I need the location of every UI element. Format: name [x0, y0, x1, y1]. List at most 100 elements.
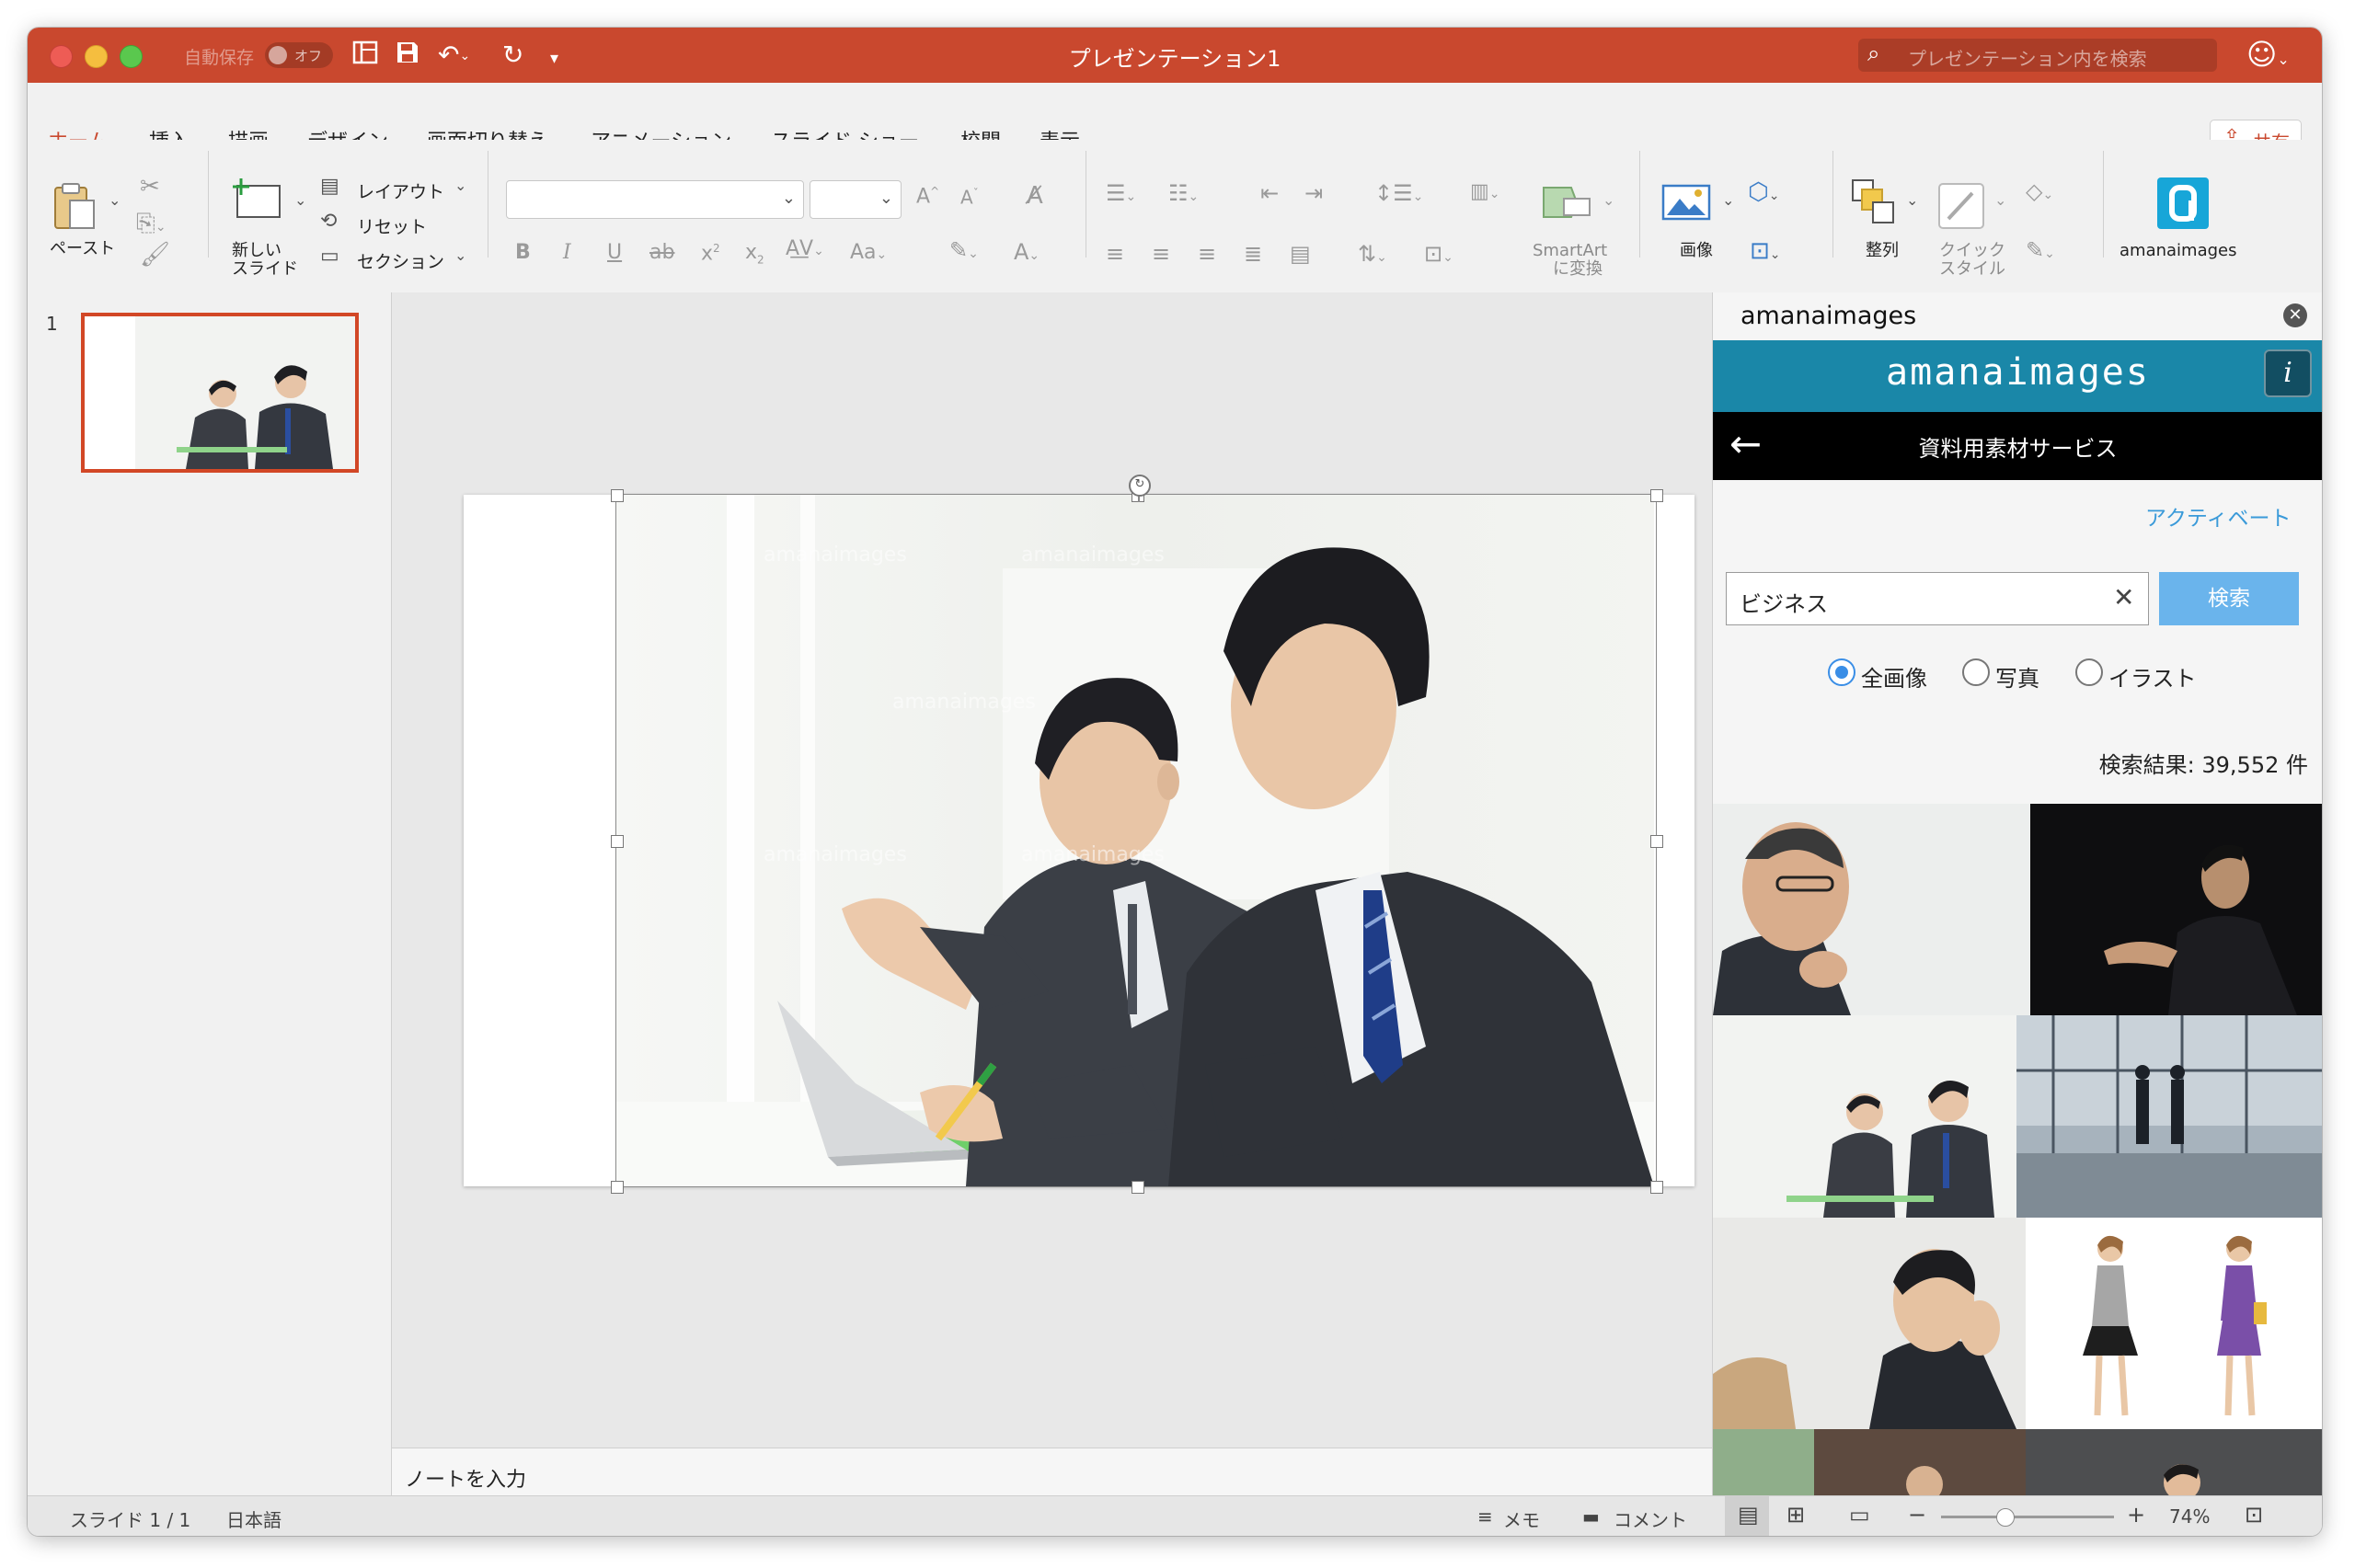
zoom-window-button[interactable] — [120, 45, 143, 68]
arrange-dropdown-icon[interactable]: ⌄ — [1906, 193, 1918, 208]
format-painter-icon[interactable]: 🖌︎ — [140, 243, 170, 267]
highlight-icon[interactable]: ✎⌄ — [949, 239, 979, 261]
numbering-icon[interactable]: ☷⌄ — [1168, 182, 1199, 204]
radio-label-all-images[interactable]: 全画像 — [1861, 660, 1927, 692]
result-thumbnail[interactable] — [2016, 1015, 2322, 1218]
minimize-window-button[interactable] — [85, 45, 108, 68]
reset-icon[interactable]: ⟲ — [320, 212, 337, 232]
search-button[interactable]: 検索 — [2159, 572, 2299, 625]
font-size-combo[interactable]: ⌄ — [810, 180, 902, 219]
resize-handle-bottom-right[interactable] — [1650, 1181, 1663, 1194]
radio-illustrations[interactable] — [2075, 658, 2103, 686]
section-dropdown-icon[interactable]: ⌄ — [454, 248, 466, 263]
result-thumbnail[interactable] — [2026, 1218, 2322, 1429]
quick-styles-dropdown-icon[interactable]: ⌄ — [1994, 193, 2006, 208]
smartart-icon[interactable] — [1540, 182, 1595, 225]
align-text-icon[interactable]: ⊡⌄ — [1424, 243, 1453, 265]
arrange-icon[interactable] — [1851, 178, 1899, 229]
undo-icon[interactable]: ↶⌄ — [438, 39, 470, 73]
bullets-icon[interactable]: ☰⌄ — [1106, 182, 1136, 204]
decrease-font-icon[interactable]: Aˇ — [960, 188, 979, 207]
resize-handle-right[interactable] — [1650, 835, 1663, 848]
underline-icon[interactable]: U — [607, 243, 622, 263]
paste-icon[interactable] — [52, 180, 98, 235]
cut-icon[interactable]: ✂ — [140, 175, 160, 199]
fit-to-window-icon[interactable]: ⊡ — [2245, 1502, 2263, 1528]
info-button[interactable]: i — [2264, 349, 2312, 397]
resize-handle-top-left[interactable] — [611, 489, 624, 502]
text-box-icon[interactable]: ⊡⌄ — [1750, 239, 1781, 263]
notes-placeholder[interactable]: ノートを入力 — [405, 1463, 526, 1493]
resize-handle-bottom-left[interactable] — [611, 1181, 624, 1194]
comments-icon[interactable]: ▬ — [1582, 1505, 1600, 1528]
feedback-smiley-icon[interactable]: ☺⌄ — [2246, 37, 2290, 72]
bold-icon[interactable]: B — [515, 243, 531, 263]
strikethrough-icon[interactable]: ab — [649, 243, 674, 263]
activate-link[interactable]: アクティベート — [2145, 500, 2291, 532]
radio-photos[interactable] — [1962, 658, 1990, 686]
reading-view-icon[interactable]: ▭ — [1849, 1502, 1870, 1528]
quick-styles-icon[interactable] — [1936, 180, 1987, 235]
zoom-slider[interactable] — [1941, 1516, 2114, 1518]
close-window-button[interactable] — [50, 45, 73, 68]
result-thumbnail[interactable] — [1713, 1015, 2016, 1218]
italic-icon[interactable]: I — [563, 243, 571, 263]
font-color-icon[interactable]: A⌄ — [1014, 241, 1040, 263]
comments-label[interactable]: コメント — [1614, 1505, 1687, 1532]
superscript-icon[interactable]: x2 — [701, 243, 720, 264]
radio-label-illustrations[interactable]: イラスト — [2108, 660, 2197, 692]
image-search-input[interactable]: ビジネス ✕ — [1726, 572, 2149, 625]
result-thumbnail[interactable] — [2030, 804, 2322, 1015]
align-center-icon[interactable]: ≡ — [1152, 243, 1170, 265]
slide[interactable]: amanaimages amanaimages amanaimages aman… — [464, 495, 1694, 1186]
clear-search-icon[interactable]: ✕ — [2113, 582, 2134, 612]
align-right-icon[interactable]: ≡ — [1198, 243, 1216, 265]
notes-toggle-label[interactable]: メモ — [1503, 1505, 1540, 1532]
layout-icon[interactable]: ▤ — [320, 177, 339, 197]
new-slide-icon[interactable] — [230, 177, 285, 225]
columns-icon[interactable]: ▥⌄ — [1470, 182, 1500, 202]
shape-outline-icon[interactable]: ✎⌄ — [2026, 239, 2055, 261]
slide-thumbnail[interactable] — [81, 313, 359, 473]
justify-icon[interactable]: ≣ — [1244, 243, 1262, 265]
radio-all-images[interactable] — [1828, 658, 1855, 686]
subscript-icon[interactable]: x2 — [745, 242, 764, 265]
amanaimages-addin-icon[interactable] — [2156, 177, 2210, 233]
align-left-icon[interactable]: ≡ — [1106, 243, 1124, 265]
close-pane-icon[interactable]: ✕ — [2283, 303, 2307, 327]
save-icon[interactable] — [394, 39, 421, 74]
zoom-in-button[interactable]: + — [2127, 1502, 2145, 1528]
rotate-handle-icon[interactable]: ↻ — [1129, 475, 1151, 497]
resize-handle-top-right[interactable] — [1650, 489, 1663, 502]
language-indicator[interactable]: 日本語 — [226, 1505, 281, 1532]
search-field[interactable]: ⌕ プレゼンテーション内を検索 — [1858, 39, 2217, 72]
redo-icon[interactable]: ↻ — [502, 39, 523, 72]
result-thumbnail[interactable] — [1713, 804, 2030, 1015]
autosave-toggle[interactable]: オフ — [265, 42, 333, 68]
decrease-indent-icon[interactable]: ⇤ — [1260, 182, 1279, 204]
result-thumbnail[interactable] — [1713, 1218, 2026, 1429]
text-direction-icon[interactable]: ⇅⌄ — [1358, 243, 1387, 265]
notes-toggle-icon[interactable]: ≡ — [1477, 1505, 1493, 1528]
panel-icon[interactable] — [351, 39, 379, 74]
line-spacing-icon[interactable]: ↕☰⌄ — [1374, 182, 1423, 204]
increase-font-icon[interactable]: A^ — [916, 186, 939, 207]
section-icon[interactable]: ▭ — [320, 246, 339, 267]
new-slide-dropdown-icon[interactable]: ⌄ — [294, 193, 306, 208]
inserted-picture[interactable]: amanaimages amanaimages amanaimages aman… — [616, 495, 1654, 1186]
layout-label[interactable]: レイアウト — [357, 178, 444, 203]
zoom-slider-handle[interactable] — [1996, 1508, 2015, 1527]
slide-canvas[interactable]: amanaimages amanaimages amanaimages aman… — [392, 292, 1740, 1448]
layout-dropdown-icon[interactable]: ⌄ — [454, 178, 466, 193]
normal-view-button[interactable]: ▤ — [1725, 1496, 1769, 1536]
shape-fill-icon[interactable]: ◇⌄ — [2026, 180, 2053, 202]
zoom-level[interactable]: 74% — [2169, 1505, 2210, 1528]
picture-icon[interactable] — [1661, 184, 1711, 223]
slide-sorter-icon[interactable]: ⊞ — [1786, 1502, 1805, 1528]
resize-handle-left[interactable] — [611, 835, 624, 848]
character-spacing-icon[interactable]: A͟V⌄ — [786, 239, 824, 259]
resize-handle-bottom[interactable] — [1132, 1181, 1144, 1194]
customize-toolbar-icon[interactable]: ▾ — [550, 42, 558, 75]
increase-indent-icon[interactable]: ⇥ — [1304, 182, 1323, 204]
picture-dropdown-icon[interactable]: ⌄ — [1722, 193, 1734, 208]
